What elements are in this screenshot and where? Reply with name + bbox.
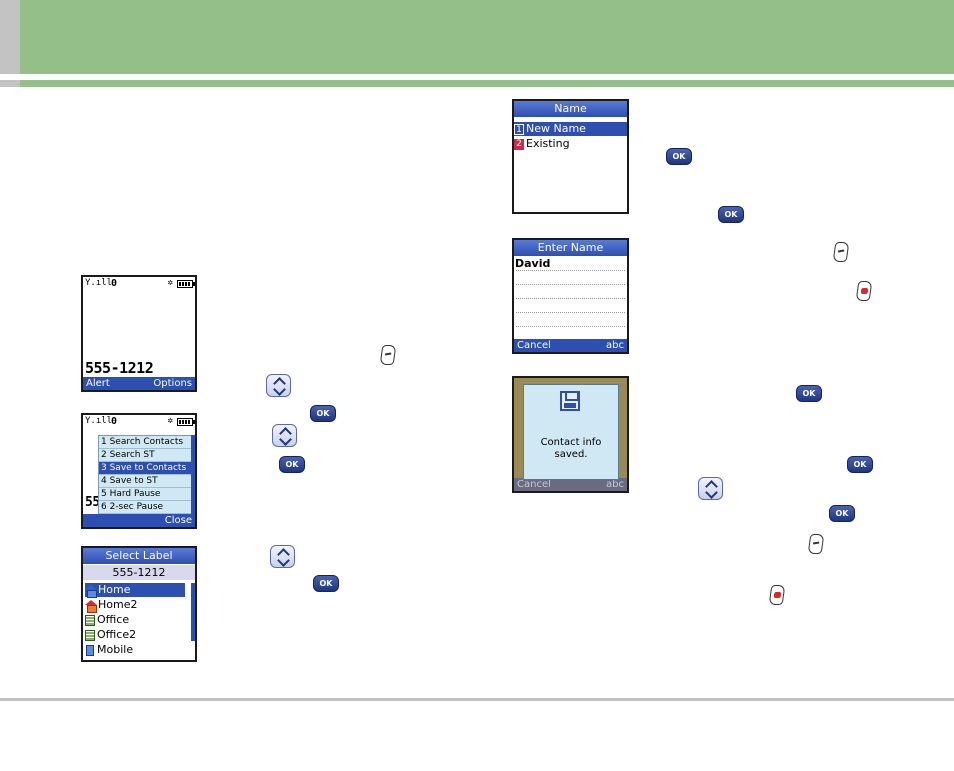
menu-item[interactable]: 4 Save to ST xyxy=(99,475,193,488)
entry-line xyxy=(516,298,625,299)
name-option[interactable]: 2 Existing xyxy=(514,137,627,151)
save-icon xyxy=(560,391,580,411)
signal-icon: Y.ıll xyxy=(85,416,113,426)
status-bar: Y.ıll 0 ✲ xyxy=(85,416,195,428)
screen-name: Name 1 New Name 2 Existing xyxy=(512,99,629,214)
label-item-selected[interactable]: Home xyxy=(85,583,185,598)
ok-key-icon: OK xyxy=(847,456,873,473)
softkey-bar: Close xyxy=(83,514,195,527)
end-key-icon xyxy=(768,585,786,605)
bluetooth-icon: ✲ xyxy=(167,278,173,288)
signal-icon: Y.ıll xyxy=(85,278,113,288)
home2-icon xyxy=(85,599,97,613)
label-item[interactable]: Mobile xyxy=(85,643,187,657)
footer-rule xyxy=(0,698,954,701)
menu-item[interactable]: 1 Search Contacts xyxy=(99,436,193,449)
saved-dialog: Contact info saved. xyxy=(523,384,619,480)
softkey-left[interactable]: Alert xyxy=(86,377,110,390)
softkey-right[interactable]: Close xyxy=(165,514,192,527)
screen-options-menu: Y.ıll 0 ✲ 55 1 Search Contacts 2 Search … xyxy=(81,413,197,529)
number-badge: 1 xyxy=(514,123,524,135)
battery-icon xyxy=(177,280,195,288)
softkey-right[interactable]: Options xyxy=(153,377,192,390)
ok-key-icon: OK xyxy=(310,405,336,422)
screen-select-label: Select Label 555-1212 Home Home2 Office … xyxy=(81,546,197,662)
ok-key-icon: OK xyxy=(829,505,855,522)
ok-key-icon: OK xyxy=(313,575,339,592)
entry-line xyxy=(516,312,625,313)
ok-key-icon: OK xyxy=(718,206,744,223)
ok-key-icon: OK xyxy=(796,385,822,402)
softkey-bar: Alert Options xyxy=(83,377,195,390)
screen-enter-name: Enter Name David Cancel abc xyxy=(512,238,629,354)
office2-icon xyxy=(85,629,95,641)
screen-title: Name xyxy=(514,101,627,117)
entry-line xyxy=(516,326,625,327)
menu-item[interactable]: 2 Search ST xyxy=(99,449,193,462)
battery-icon xyxy=(177,418,195,426)
softkey-left[interactable]: Cancel xyxy=(517,339,551,352)
header-band xyxy=(20,0,954,74)
screen-title: Enter Name xyxy=(514,240,627,256)
entry-line xyxy=(516,284,625,285)
dialed-number: 555-1212 xyxy=(85,359,154,377)
end-key-icon xyxy=(855,281,873,301)
home-icon xyxy=(85,584,97,598)
menu-item[interactable]: 5 Hard Pause xyxy=(99,488,193,501)
softkey-bar: Cancel abc xyxy=(514,339,627,352)
screen-saved: Cancel abc Contact info saved. xyxy=(512,376,629,493)
screen-dial: Y.ıll 0 ✲ 555-1212 Alert Options xyxy=(81,275,197,392)
status-zero: 0 xyxy=(111,278,118,289)
bluetooth-icon: ✲ xyxy=(167,416,173,426)
saved-message: Contact info saved. xyxy=(540,437,602,460)
screen-title: Select Label xyxy=(83,548,195,564)
name-option-selected[interactable]: 1 New Name xyxy=(514,122,627,136)
header-gray-block xyxy=(0,0,20,74)
entry-line xyxy=(516,270,625,271)
label-item[interactable]: Office2 xyxy=(85,628,187,642)
status-zero: 0 xyxy=(111,416,118,427)
softkey-right[interactable]: abc xyxy=(606,339,624,352)
number-badge: 2 xyxy=(514,138,524,150)
left-soft-key-icon xyxy=(807,534,825,554)
menu-item-selected[interactable]: 3 Save to Contacts xyxy=(99,462,193,475)
ok-key-icon: OK xyxy=(666,148,692,165)
ok-key-icon: OK xyxy=(279,456,305,473)
name-input[interactable]: David xyxy=(515,257,550,270)
scrollbar[interactable] xyxy=(191,435,195,515)
header-rule-gray xyxy=(0,80,20,87)
navigation-key-icon xyxy=(272,424,297,447)
office-icon xyxy=(85,614,95,626)
navigation-key-icon xyxy=(266,374,291,397)
mobile-icon xyxy=(86,644,94,656)
scrollbar[interactable] xyxy=(191,583,195,641)
header-rule xyxy=(20,80,954,87)
navigation-key-icon xyxy=(698,477,723,500)
label-item[interactable]: Office xyxy=(85,613,187,627)
left-soft-key-icon xyxy=(832,242,850,262)
status-bar: Y.ıll 0 ✲ xyxy=(85,278,195,290)
navigation-key-icon xyxy=(270,545,295,568)
label-number: 555-1212 xyxy=(83,565,195,580)
menu-item[interactable]: 6 2-sec Pause xyxy=(99,501,193,514)
label-item[interactable]: Home2 xyxy=(85,598,187,613)
left-soft-key-icon xyxy=(379,345,397,365)
options-popup: 1 Search Contacts 2 Search ST 3 Save to … xyxy=(98,435,193,515)
